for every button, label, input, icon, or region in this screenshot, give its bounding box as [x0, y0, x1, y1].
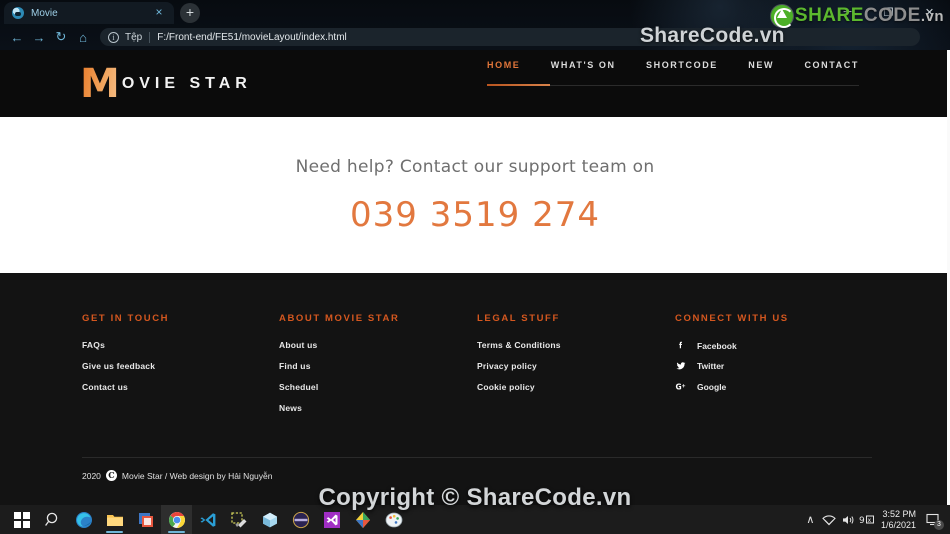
social-label: Google — [697, 382, 727, 392]
footer-link-schedule[interactable]: Scheduel — [279, 382, 477, 392]
svg-text:9: 9 — [859, 516, 865, 526]
facebook-icon — [675, 340, 689, 351]
reload-icon[interactable]: ↻ — [50, 26, 72, 48]
footer-link-about-us[interactable]: About us — [279, 340, 477, 350]
footer-link-privacy-policy[interactable]: Privacy policy — [477, 361, 675, 371]
nav-item-contact[interactable]: CONTACT — [804, 60, 859, 83]
new-tab-button[interactable]: + — [180, 3, 200, 23]
footer-column-connect-with-us: CONNECT WITH US Facebook Twitter G + Goo… — [675, 313, 872, 424]
copyright-year: 2020 — [82, 470, 101, 481]
svg-text:G: G — [676, 383, 682, 392]
main-navigation: HOME WHAT'S ON SHORTCODE NEW CONTACT — [487, 60, 859, 86]
copyright-icon: C — [105, 470, 117, 481]
nav-list: HOME WHAT'S ON SHORTCODE NEW CONTACT — [487, 60, 859, 83]
site-logo[interactable]: M OVIE STAR — [80, 64, 252, 104]
copyright-text: Movie Star / Web design by Hải Nguyễn — [121, 470, 273, 481]
footer-column-title: CONNECT WITH US — [675, 313, 789, 324]
clock-date: 1/6/2021 — [880, 519, 916, 530]
footer-column-get-in-touch: GET IN TOUCH FAQs Give us feedback Conta… — [82, 313, 279, 424]
footer-link-terms-conditions[interactable]: Terms & Conditions — [477, 340, 675, 350]
social-link-google[interactable]: G + Google — [675, 381, 872, 393]
social-link-facebook[interactable]: Facebook — [675, 340, 872, 351]
site-footer: GET IN TOUCH FAQs Give us feedback Conta… — [0, 273, 950, 505]
footer-link-contact-us[interactable]: Contact us — [82, 382, 279, 392]
footer-column-title: ABOUT MOVIE STAR — [279, 313, 400, 324]
social-link-twitter[interactable]: Twitter — [675, 360, 872, 372]
address-separator — [149, 31, 151, 43]
footer-link-news[interactable]: News — [279, 403, 477, 413]
footer-link-cookie-policy[interactable]: Cookie policy — [477, 382, 675, 392]
footer-column-title: GET IN TOUCH — [82, 313, 170, 324]
footer-link-faqs[interactable]: FAQs — [82, 340, 279, 350]
support-section: Need help? Contact our support team on 0… — [0, 117, 950, 273]
copyright-line: 2020 C Movie Star / Web design by Hải Ng… — [82, 470, 272, 481]
address-bar[interactable]: i Tệp F:/Front-end/FE51/movieLayout/inde… — [100, 28, 920, 46]
footer-column-about-movie-star: ABOUT MOVIE STAR About us Find us Schedu… — [279, 313, 477, 424]
close-icon[interactable]: × — [152, 6, 166, 20]
nav-item-shortcode[interactable]: SHORTCODE — [646, 60, 718, 83]
footer-columns: GET IN TOUCH FAQs Give us feedback Conta… — [82, 313, 872, 424]
browser-chrome: Movie × + ─ ❐ ✕ ← → ↻ ⌂ i Tệp F:/Front-e… — [0, 0, 950, 50]
social-label: Facebook — [697, 340, 737, 351]
nav-item-home[interactable]: HOME — [487, 60, 520, 83]
watermark-share-text: SHARE — [794, 5, 864, 26]
support-phone-number[interactable]: 039 3519 274 — [0, 195, 950, 235]
footer-link-find-us[interactable]: Find us — [279, 361, 477, 371]
twitter-icon — [675, 360, 689, 372]
footer-column-title: LEGAL STUFF — [477, 313, 560, 324]
nav-item-new[interactable]: NEW — [748, 60, 774, 83]
watermark-header-text: ShareCode.vn — [640, 24, 785, 47]
footer-link-give-us-feedback[interactable]: Give us feedback — [82, 361, 279, 371]
watermark-bottom-text: Copyright © ShareCode.vn — [318, 484, 632, 511]
social-label: Twitter — [697, 361, 725, 371]
svg-text:x: x — [868, 517, 872, 524]
globe-icon — [12, 7, 24, 19]
sharecode-watermark-logo: SHARE CODE .vn — [770, 4, 944, 28]
footer-divider — [82, 457, 872, 458]
address-url: F:/Front-end/FE51/movieLayout/index.html — [157, 31, 347, 43]
browser-tab[interactable]: Movie × — [4, 2, 174, 24]
notification-badge: 3 — [934, 520, 944, 530]
screen: Movie × + ─ ❐ ✕ ← → ↻ ⌂ i Tệp F:/Front-e… — [0, 0, 950, 534]
logo-initial: M — [80, 60, 120, 107]
nav-item-whats-on[interactable]: WHAT'S ON — [551, 60, 616, 83]
watermark-code-text: CODE — [863, 5, 921, 26]
tab-title: Movie — [31, 7, 58, 19]
home-icon[interactable]: ⌂ — [72, 26, 94, 48]
logo-text: OVIE STAR — [121, 74, 252, 92]
address-scheme-label: Tệp — [125, 31, 143, 43]
back-icon[interactable]: ← — [6, 26, 28, 48]
sharecode-logo-icon — [770, 5, 794, 28]
footer-column-legal-stuff: LEGAL STUFF Terms & Conditions Privacy p… — [477, 313, 675, 424]
info-icon[interactable]: i — [108, 31, 119, 43]
svg-text:+: + — [682, 384, 686, 390]
support-headline: Need help? Contact our support team on — [295, 157, 655, 177]
google-plus-icon: G + — [675, 381, 689, 393]
watermark-tld-text: .vn — [920, 7, 944, 25]
nav-active-underline — [487, 84, 550, 86]
forward-icon[interactable]: → — [28, 26, 50, 48]
